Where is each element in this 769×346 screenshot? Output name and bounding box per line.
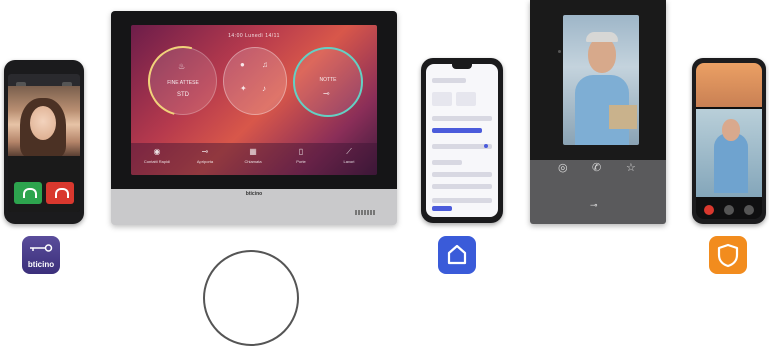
reject-call-button[interactable] (46, 182, 74, 204)
scenario-circle-2[interactable]: ● ♫ ✦ ♪ (223, 47, 287, 115)
security-app-icon[interactable] (709, 236, 747, 274)
courier-video (563, 15, 639, 145)
eye-icon: ◉ (153, 147, 161, 156)
tile-contacts[interactable]: ◉ Contatti Rapidi (137, 145, 177, 173)
home-icon (447, 244, 467, 265)
home-app-icon[interactable] (438, 236, 476, 274)
circle-1-label: FINE ATTESE (167, 80, 199, 86)
phone-screen-videocall-2 (696, 63, 762, 219)
key-icon: ⊸ (323, 89, 330, 98)
status-bar (8, 74, 80, 88)
circle-1-sub: STD (177, 92, 189, 98)
screen-title: 14:00 Lunedì 14/11 (228, 33, 280, 39)
bticino-label: bticino (27, 260, 55, 269)
smartphone-center (421, 58, 503, 223)
star-icon[interactable]: ☆ (626, 161, 636, 174)
caller-video (8, 86, 80, 158)
caller-preview (696, 63, 762, 107)
brand-logo: bticino (245, 191, 263, 197)
monitor-screen: 14:00 Lunedì 14/11 ♨ FINE ATTESE STD ● ♫… (131, 25, 377, 175)
phone-icon[interactable]: ✆ (592, 161, 601, 174)
scenario-circle-3[interactable]: NOTTE ⊸ (293, 47, 363, 117)
progress-slider[interactable] (432, 128, 482, 133)
bticino-app-icon[interactable]: bticino (22, 236, 60, 274)
grid-icon: ▦ (249, 147, 257, 156)
app-header (432, 78, 466, 83)
accept-call-button[interactable] (14, 182, 42, 204)
hangup-button[interactable] (704, 205, 714, 215)
mute-button[interactable] (724, 205, 734, 215)
scenario-circle-1[interactable]: ♨ FINE ATTESE STD (135, 33, 231, 129)
bell-icon: ● (240, 60, 245, 69)
key-icon[interactable]: ⊸ (590, 200, 598, 211)
thermometer-icon: ♨ (178, 62, 186, 71)
door-icon: ▯ (298, 147, 304, 156)
speaker-button[interactable] (744, 205, 754, 215)
phone-screen-app (426, 64, 498, 217)
music-note-icon: ♪ (262, 84, 266, 93)
tile-call[interactable]: ▦ Chiamata (233, 145, 273, 173)
key-icon: ⊸ (201, 147, 209, 156)
tile-door-opener[interactable]: ⊸ Apriporta (185, 145, 225, 173)
partial-circle-icon (203, 250, 299, 346)
call-controls (8, 156, 80, 212)
smartphone-left (4, 60, 84, 224)
light-icon: ✦ (240, 84, 247, 93)
phone-screen-videocall (8, 74, 80, 212)
shield-icon (717, 243, 739, 268)
tile-tools[interactable]: ⟋ Lavori (329, 145, 369, 173)
music-icon: ♫ (262, 60, 268, 69)
smartphone-right (692, 58, 766, 224)
tile-doors[interactable]: ▯ Porte (281, 145, 321, 173)
circle-3-label: NOTTE (319, 77, 337, 83)
camera-icon (558, 50, 561, 53)
key-icon (30, 244, 53, 252)
wrench-icon: ⟋ (346, 147, 352, 156)
eye-icon[interactable]: ◎ (558, 161, 568, 174)
speaker-grille (355, 210, 375, 215)
video-intercom-monitor: 14:00 Lunedì 14/11 ♨ FINE ATTESE STD ● ♫… (111, 11, 397, 225)
entrance-panel: ◎ ✆ ☆ ⊸ (530, 0, 666, 224)
monitor-bezel: 14:00 Lunedì 14/11 ♨ FINE ATTESE STD ● ♫… (111, 11, 397, 189)
